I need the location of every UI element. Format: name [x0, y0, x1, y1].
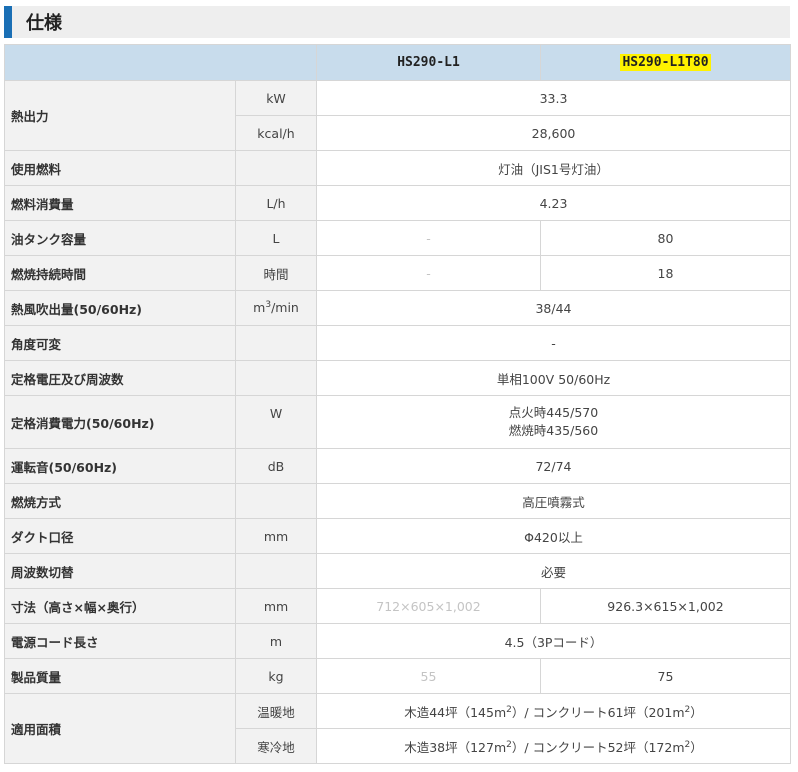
row-label: 定格消費電力(50/60Hz) [4, 395, 236, 449]
row-unit: mm [235, 518, 317, 554]
table-row: 熱出力 kW 33.3 [4, 80, 791, 151]
area-text-c: ） [690, 739, 703, 755]
row-label: 燃料消費量 [4, 185, 236, 221]
table-row: 適用面積 温暖地 木造44坪（145m2）/ コンクリート61坪（201m2） [4, 693, 791, 764]
table-row: 油タンク容量 L - 80 [4, 220, 791, 256]
row-unit [235, 553, 317, 589]
row-label: 寸法（高さ×幅×奥行） [4, 588, 236, 624]
row-value: 33.3 [316, 80, 791, 116]
row-unit: mm [235, 588, 317, 624]
model-highlight: HS290-L1T80 [620, 54, 711, 71]
row-unit: kW [235, 80, 317, 116]
row-unit [235, 325, 317, 361]
unit-rest: /min [271, 300, 299, 316]
table-row: 製品質量 kg 55 75 [4, 658, 791, 694]
row-value: 必要 [316, 553, 791, 589]
row-value-model-1: - [316, 255, 541, 291]
area-text-a: 木造38坪（127m [404, 739, 507, 755]
row-unit: kcal/h [235, 115, 317, 151]
row-value: 点火時445/570 燃焼時435/560 [316, 395, 791, 449]
row-value-model-2: 75 [540, 658, 791, 694]
table-row: 使用燃料 灯油（JIS1号灯油） [4, 150, 791, 186]
row-label: 熱風吹出量(50/60Hz) [4, 290, 236, 326]
row-value-model-2: 926.3×615×1,002 [540, 588, 791, 624]
table-row: 燃焼持続時間 時間 - 18 [4, 255, 791, 291]
table-row: ダクト口径 mm Φ420以上 [4, 518, 791, 554]
table-row: 燃焼方式 高圧噴霧式 [4, 483, 791, 519]
section-heading: 仕様 [4, 6, 790, 38]
row-value: 灯油（JIS1号灯油） [316, 150, 791, 186]
row-label: ダクト口径 [4, 518, 236, 554]
row-value: 28,600 [316, 115, 791, 151]
unit-base: m [253, 300, 266, 316]
row-value-model-1: - [316, 220, 541, 256]
model-header-2: HS290-L1T80 [540, 44, 791, 81]
table-row: 定格消費電力(50/60Hz) W 点火時445/570 燃焼時435/560 [4, 395, 791, 449]
row-label: 電源コード長さ [4, 623, 236, 659]
row-label: 燃焼持続時間 [4, 255, 236, 291]
table-row: 燃料消費量 L/h 4.23 [4, 185, 791, 221]
header-blank-cell [4, 44, 317, 81]
row-value: 72/74 [316, 448, 791, 484]
row-label: 熱出力 [4, 80, 236, 151]
table-row: 定格電圧及び周波数 単相100V 50/60Hz [4, 360, 791, 396]
row-unit [235, 360, 317, 396]
table-row: 寸法（高さ×幅×奥行） mm 712×605×1,002 926.3×615×1… [4, 588, 791, 624]
row-label: 使用燃料 [4, 150, 236, 186]
row-unit: 寒冷地 [235, 728, 317, 764]
row-unit: 温暖地 [235, 693, 317, 729]
model-header-1: HS290-L1 [316, 44, 541, 81]
table-row: 電源コード長さ m 4.5（3Pコード） [4, 623, 791, 659]
table-row: 周波数切替 必要 [4, 553, 791, 589]
row-value: 高圧噴霧式 [316, 483, 791, 519]
section-title: 仕様 [26, 13, 62, 34]
area-text-b: ）/ コンクリート52坪（172m [511, 739, 685, 755]
row-value: - [316, 325, 791, 361]
row-value-model-2: 18 [540, 255, 791, 291]
row-unit: dB [235, 448, 317, 484]
row-unit: 時間 [235, 255, 317, 291]
row-label: 製品質量 [4, 658, 236, 694]
row-value: 木造38坪（127m2）/ コンクリート52坪（172m2） [316, 728, 791, 764]
row-value: 4.5（3Pコード） [316, 623, 791, 659]
area-text-a: 木造44坪（145m [404, 704, 507, 720]
row-unit [235, 150, 317, 186]
row-label: 周波数切替 [4, 553, 236, 589]
table-row: 熱風吹出量(50/60Hz) m3/min 38/44 [4, 290, 791, 326]
row-unit: m [235, 623, 317, 659]
row-value: Φ420以上 [316, 518, 791, 554]
row-unit [235, 483, 317, 519]
area-text-b: ）/ コンクリート61坪（201m [511, 704, 685, 720]
row-unit: m3/min [235, 290, 317, 326]
row-label: 運転音(50/60Hz) [4, 448, 236, 484]
table-row: 運転音(50/60Hz) dB 72/74 [4, 448, 791, 484]
area-text-c: ） [690, 704, 703, 720]
spec-table: HS290-L1 HS290-L1T80 熱出力 kW 33.3 kcal/h … [4, 44, 791, 764]
value-line-1: 点火時445/570 [508, 405, 599, 420]
row-label: 角度可変 [4, 325, 236, 361]
row-label: 油タンク容量 [4, 220, 236, 256]
value-line-2: 燃焼時435/560 [508, 423, 599, 438]
row-unit: kg [235, 658, 317, 694]
row-value: 38/44 [316, 290, 791, 326]
row-value: 単相100V 50/60Hz [316, 360, 791, 396]
row-label: 定格電圧及び周波数 [4, 360, 236, 396]
row-unit: W [235, 395, 317, 449]
table-row: 角度可変 - [4, 325, 791, 361]
row-value-model-2: 80 [540, 220, 791, 256]
row-value-model-1: 712×605×1,002 [316, 588, 541, 624]
row-value: 木造44坪（145m2）/ コンクリート61坪（201m2） [316, 693, 791, 729]
table-header-row: HS290-L1 HS290-L1T80 [4, 44, 791, 81]
row-unit: L/h [235, 185, 317, 221]
row-value-model-1: 55 [316, 658, 541, 694]
row-label: 燃焼方式 [4, 483, 236, 519]
row-value: 4.23 [316, 185, 791, 221]
row-unit: L [235, 220, 317, 256]
row-label: 適用面積 [4, 693, 236, 764]
